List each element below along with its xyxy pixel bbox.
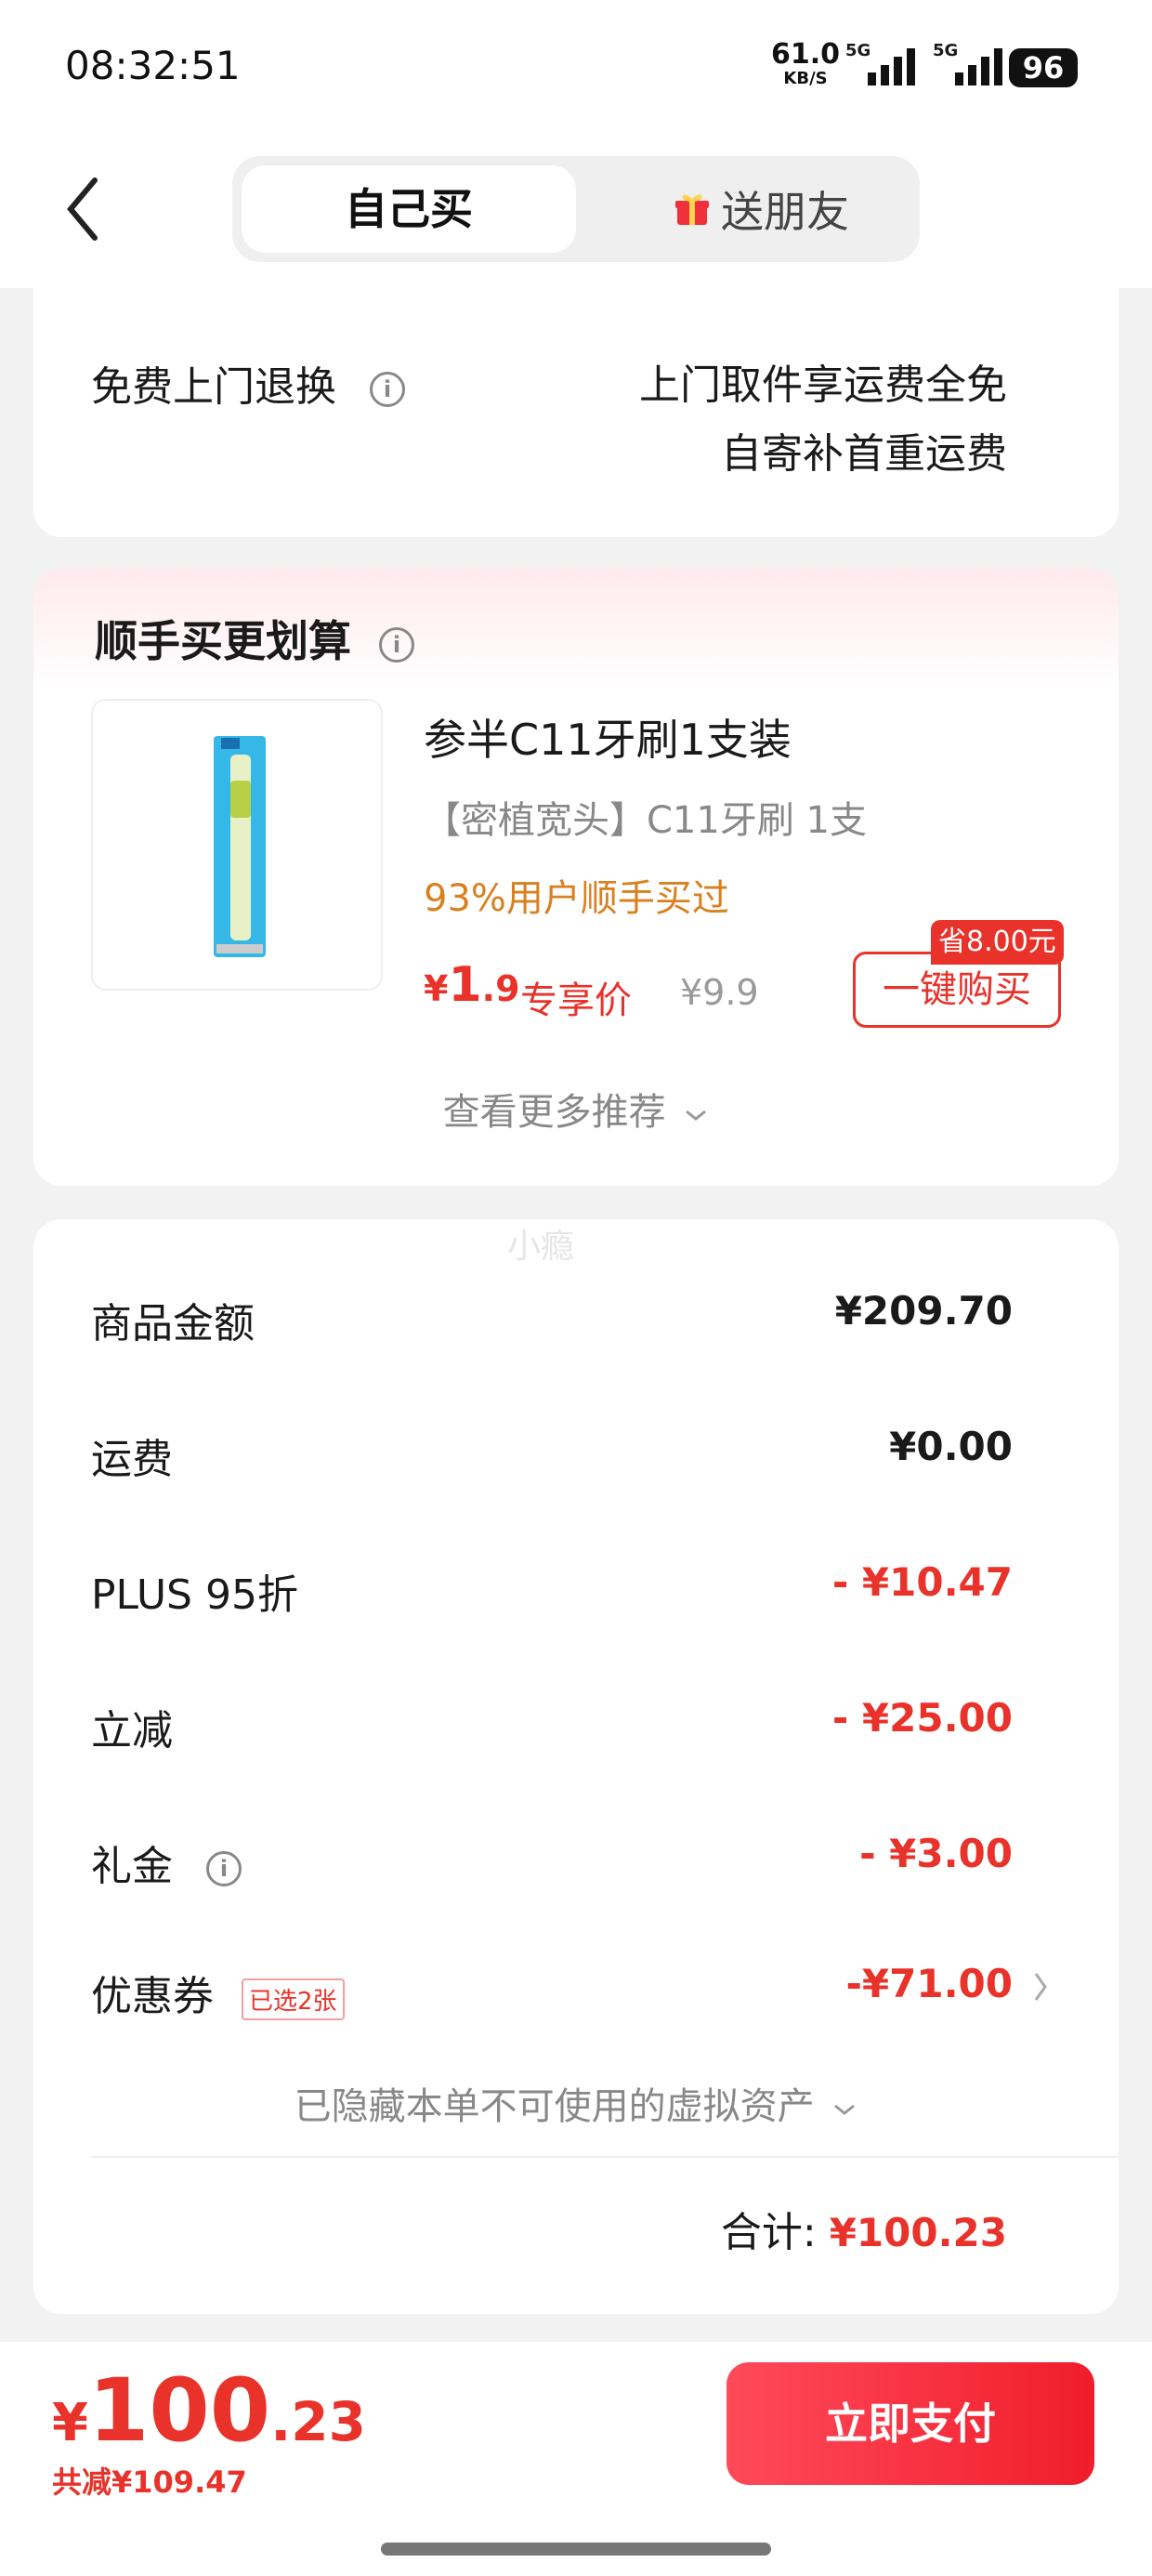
summary-row-value: - ¥10.47	[831, 1559, 1013, 1605]
summary-row-value: ¥0.00	[889, 1424, 1013, 1469]
summary-row-label: 立减	[91, 1707, 173, 1755]
pay-now-button[interactable]: 立即支付	[727, 2362, 1094, 2485]
page-header: 自己买 送朋友	[0, 139, 1152, 288]
price-tag: 专享价	[520, 979, 632, 1022]
order-summary-card: 小瘾 商品金额 ¥209.70 运费 ¥0.00 PLUS 95折 - ¥10.…	[33, 1219, 1119, 2314]
product-price: ¥1.9	[424, 957, 520, 1013]
watermark: 小瘾	[507, 1228, 575, 1266]
summary-row-value: - ¥3.00	[859, 1831, 1013, 1876]
signal-icon: 5G	[845, 41, 915, 85]
chevron-down-icon	[686, 1110, 707, 1121]
summary-row-label: 礼金 i	[91, 1833, 242, 1892]
purchase-stat: 93%用户顺手买过	[424, 877, 729, 920]
chevron-left-icon	[67, 177, 98, 241]
tab-gift-friend[interactable]: 送朋友	[622, 165, 901, 253]
recommend-title: 顺手买更划算 i	[95, 608, 415, 669]
summary-row-label: 商品金额	[91, 1300, 255, 1347]
hidden-assets-note[interactable]: 已隐藏本单不可使用的虚拟资产	[33, 2076, 1119, 2130]
summary-row-value: ¥209.70	[834, 1288, 1013, 1334]
summary-row-value[interactable]: -¥71.00	[845, 1961, 1013, 2006]
order-total: 合计: ¥100.23	[720, 2209, 1007, 2256]
original-price: ¥9.9	[680, 972, 759, 1013]
toothbrush-package-image	[214, 736, 266, 957]
return-line-2: 自寄补首重运费	[721, 430, 1007, 478]
chevron-right-icon[interactable]	[1031, 1968, 1050, 2005]
summary-row-label: PLUS 95折	[91, 1571, 298, 1619]
summary-row-label: 运费	[91, 1436, 173, 1483]
see-more-recommend[interactable]: 查看更多推荐	[33, 1082, 1119, 1136]
return-line-1: 上门取件享运费全免	[639, 361, 1007, 409]
save-badge: 省8.00元	[931, 920, 1064, 965]
network-speed: 61.0 KB/S	[771, 38, 841, 89]
status-bar: 08:32:51 61.0 KB/S 5G 5G 96	[0, 0, 1152, 139]
product-subtitle: 【密植宽头】C11牙刷 1支	[424, 799, 867, 842]
summary-row-value: - ¥25.00	[831, 1695, 1013, 1741]
pay-amount: ¥100.23	[52, 2360, 366, 2462]
back-button[interactable]	[65, 177, 102, 242]
return-service-label: 免费上门退换 i	[91, 353, 405, 413]
product-name[interactable]: 参半C11牙刷1支装	[424, 706, 792, 768]
info-icon[interactable]: i	[379, 626, 415, 663]
info-icon[interactable]: i	[206, 1851, 242, 1886]
buy-mode-switch: 自己买 送朋友	[232, 156, 920, 262]
return-service-card: 免费上门退换 i 上门取件享运费全免 自寄补首重运费	[33, 288, 1119, 537]
info-icon[interactable]: i	[370, 372, 405, 407]
product-image[interactable]	[91, 699, 383, 991]
chevron-down-icon	[834, 2104, 856, 2115]
gift-icon	[675, 194, 709, 225]
coupon-count-tag: 已选2张	[242, 1978, 345, 2020]
signal-icon: 5G	[933, 41, 1002, 85]
battery-icon: 96	[1009, 48, 1078, 87]
add-on-recommend-card: 顺手买更划算 i 参半C11牙刷1支装 【密植宽头】C11牙刷 1支 93%用户…	[33, 569, 1119, 1186]
home-indicator[interactable]	[381, 2543, 771, 2556]
clock: 08:32:51	[65, 43, 241, 88]
coupon-row[interactable]: 优惠券 已选2张	[91, 1963, 345, 2022]
divider	[91, 2156, 1119, 2158]
total-saved: 共减¥109.47	[52, 2464, 247, 2500]
tab-self-buy[interactable]: 自己买	[242, 165, 576, 253]
